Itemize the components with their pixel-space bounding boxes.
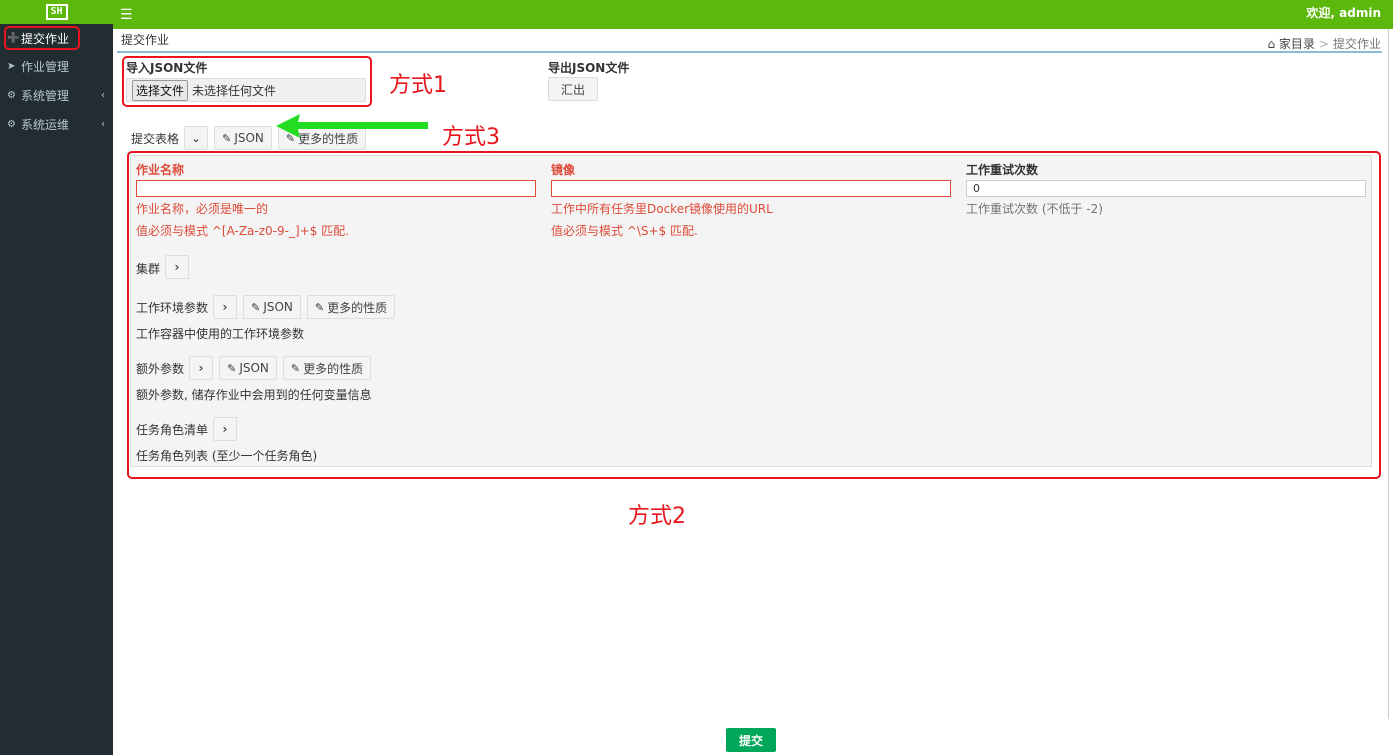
task-roles-help: 任务角色列表 (至少一个任务角色) — [136, 449, 318, 463]
chevron-right-icon: › — [222, 422, 228, 436]
task-roles-label: 任务角色清单 — [136, 423, 209, 437]
collapse-form-button[interactable]: ⌄ — [184, 126, 208, 150]
export-button[interactable]: 汇出 — [548, 77, 598, 101]
pencil-icon: ✎ — [251, 300, 261, 314]
logo-mark: SH — [45, 4, 68, 20]
annotation-box-sidebar — [4, 26, 80, 50]
page-title: 提交作业 — [121, 33, 170, 47]
env-more-label: 更多的性质 — [327, 300, 388, 315]
extras-more-button[interactable]: ✎ 更多的性质 — [283, 356, 371, 380]
retry-input[interactable]: 0 — [966, 180, 1366, 197]
gears-icon: ⚙ — [7, 118, 16, 130]
extras-help: 额外参数, 储存作业中会用到的任何变量信息 — [136, 388, 372, 402]
breadcrumb-separator: > — [1318, 37, 1329, 51]
env-json-label: JSON — [263, 300, 293, 314]
task-roles-expand-button[interactable]: › — [213, 417, 237, 441]
chevron-left-icon: ‹ — [101, 89, 105, 101]
image-input[interactable] — [551, 180, 951, 197]
breadcrumb: ⌂ 家目录 > 提交作业 — [1267, 35, 1381, 52]
image-error: 值必须与模式 ^\S+$ 匹配. — [551, 224, 698, 238]
sidebar-item-label: 系统管理 — [21, 88, 70, 103]
retry-help: 工作重试次数 (不低于 -2) — [966, 202, 1103, 216]
chevron-right-icon: › — [222, 300, 228, 314]
env-params-expand-button[interactable]: › — [213, 295, 237, 319]
chevron-down-icon: ⌄ — [191, 131, 201, 145]
extras-more-label: 更多的性质 — [303, 361, 364, 376]
form-label: 提交表格 — [131, 132, 180, 146]
annotation-way3: 方式3 — [442, 125, 500, 150]
submit-button[interactable]: 提交 — [726, 728, 776, 752]
image-label: 镜像 — [551, 163, 576, 177]
annotation-way2: 方式2 — [628, 504, 686, 529]
form-json-button[interactable]: ✎ JSON — [214, 126, 272, 150]
export-json-label: 导出JSON文件 — [548, 61, 630, 75]
sidebar-item-label: 作业管理 — [21, 59, 70, 74]
env-params-json-button[interactable]: ✎ JSON — [243, 295, 301, 319]
sidebar: ➕ 提交作业 ➤ 作业管理 ⚙ 系统管理 ‹ ⚙ 系统运维 ‹ — [0, 24, 113, 755]
logo[interactable]: SH — [0, 0, 113, 24]
chevron-right-icon: › — [174, 260, 180, 274]
arrow-shape — [276, 114, 428, 138]
breadcrumb-current: 提交作业 — [1332, 37, 1381, 51]
top-navbar: ☰ 欢迎, admin — [0, 0, 1393, 29]
extras-expand-button[interactable]: › — [189, 356, 213, 380]
choose-file-button[interactable]: 选择文件 — [132, 79, 189, 101]
sidebar-item-system-management[interactable]: ⚙ 系统管理 ‹ — [0, 81, 113, 109]
home-icon: ⌂ — [1267, 37, 1276, 51]
annotation-way1: 方式1 — [389, 73, 447, 98]
job-name-label: 作业名称 — [136, 163, 185, 177]
sidebar-item-label: 系统运维 — [21, 117, 70, 132]
import-json-label: 导入JSON文件 — [126, 61, 208, 75]
job-name-input[interactable] — [136, 180, 536, 197]
rocket-icon: ➤ — [7, 60, 16, 72]
pencil-icon: ✎ — [290, 361, 301, 375]
pencil-icon: ✎ — [222, 131, 232, 145]
file-input[interactable]: 选择文件 未选择任何文件 — [126, 78, 366, 102]
env-params-help: 工作容器中使用的工作环境参数 — [136, 327, 305, 341]
sidebar-item-system-ops[interactable]: ⚙ 系统运维 ‹ — [0, 110, 113, 138]
job-name-help: 作业名称，必须是唯一的 — [136, 202, 269, 216]
scrollbar-track[interactable] — [1388, 29, 1389, 719]
annotation-arrow — [276, 114, 428, 138]
file-status: 未选择任何文件 — [192, 83, 277, 98]
pencil-icon: ✎ — [314, 300, 325, 314]
form-json-label: JSON — [234, 131, 264, 145]
sidebar-item-job-management[interactable]: ➤ 作业管理 — [0, 52, 113, 80]
header-divider — [117, 51, 1382, 53]
welcome-user[interactable]: 欢迎, admin — [1306, 4, 1381, 21]
chevron-left-icon: ‹ — [101, 118, 105, 130]
env-params-label: 工作环境参数 — [136, 301, 209, 315]
env-params-more-button[interactable]: ✎ 更多的性质 — [307, 295, 395, 319]
pencil-icon: ✎ — [227, 361, 237, 375]
retry-label: 工作重试次数 — [966, 163, 1039, 177]
extras-json-button[interactable]: ✎ JSON — [219, 356, 277, 380]
cluster-expand-button[interactable]: › — [165, 255, 189, 279]
job-name-error: 值必须与模式 ^[A-Za-z0-9-_]+$ 匹配. — [136, 224, 349, 238]
menu-toggle-icon[interactable]: ☰ — [120, 7, 133, 23]
image-help: 工作中所有任务里Docker镜像使用的URL — [551, 202, 773, 216]
extras-json-label: JSON — [239, 361, 269, 375]
chevron-right-icon: › — [198, 361, 204, 375]
cluster-label: 集群 — [136, 262, 161, 276]
extras-label: 额外参数 — [136, 362, 185, 376]
gears-icon: ⚙ — [7, 89, 16, 101]
breadcrumb-home[interactable]: 家目录 — [1279, 37, 1315, 51]
